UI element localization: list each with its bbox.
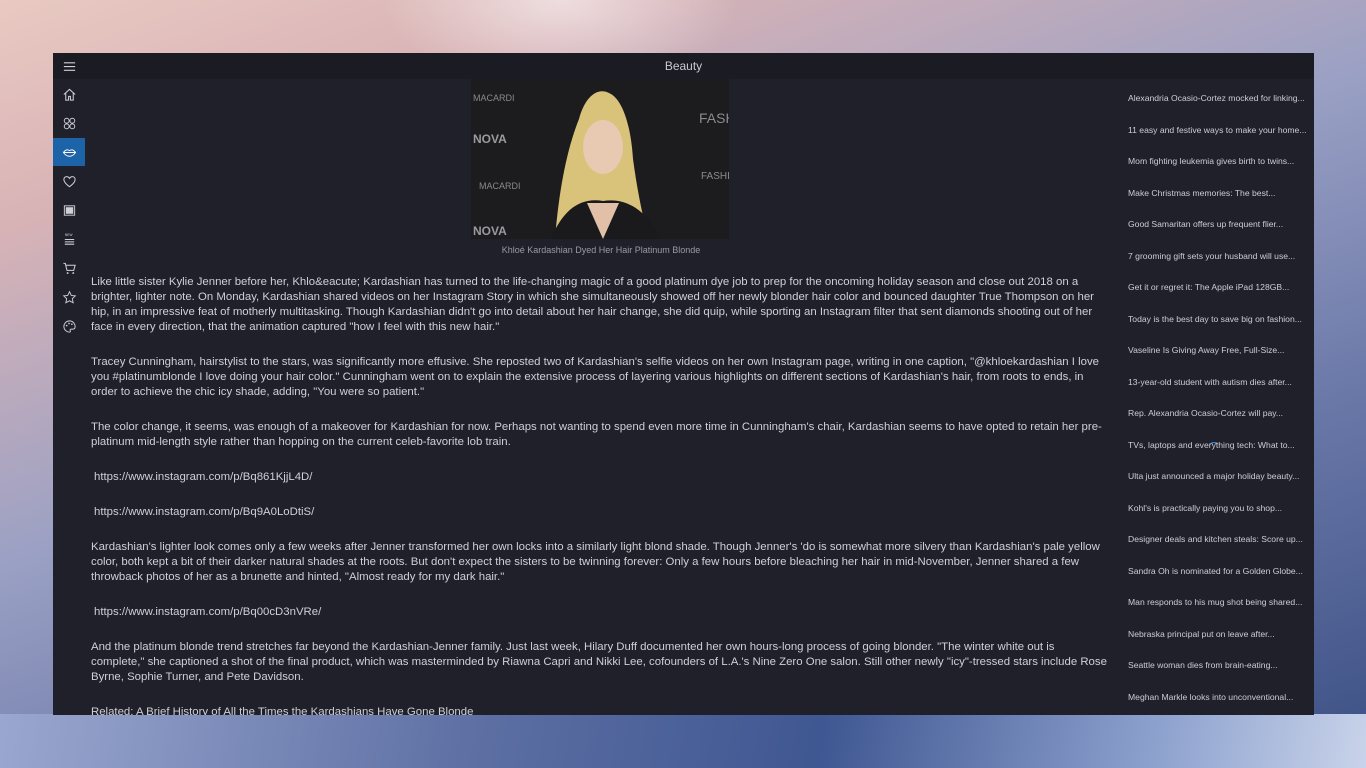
menu-icon	[63, 61, 75, 71]
apps-icon	[63, 117, 75, 129]
sidebar-news-item[interactable]: Make Christmas memories: The best...	[1128, 188, 1314, 208]
sidebar-news-item[interactable]: Designer deals and kitchen steals: Score…	[1128, 534, 1314, 554]
nav-home-button[interactable]	[53, 80, 85, 108]
sidebar-news-item[interactable]: Good Samaritan offers up frequent flier.…	[1128, 219, 1314, 239]
nav-starred-button[interactable]	[53, 283, 85, 311]
related-news-sidebar: Alexandria Ocasio-Cortez mocked for link…	[1128, 79, 1314, 715]
sidebar-news-item[interactable]: Ulta just announced a major holiday beau…	[1128, 471, 1314, 491]
sidebar-news-item[interactable]: Man responds to his mug shot being share…	[1128, 597, 1314, 617]
article-photo: MACARDI NOVA MACARDI NOVA FASHI FASHION	[471, 79, 729, 239]
sidebar-news-item[interactable]: Rep. Alexandria Ocasio-Cortez will pay..…	[1128, 408, 1314, 428]
article-body: Like little sister Kylie Jenner before h…	[91, 275, 1109, 715]
svg-text:NEW: NEW	[64, 233, 73, 237]
instagram-link[interactable]: https://www.instagram.com/p/Bq861KjjL4D/	[94, 470, 1109, 485]
app-window: Beauty NEW MACARDI NOVA MACARDI NOVA FAS…	[53, 53, 1314, 715]
photo-illustration: MACARDI NOVA MACARDI NOVA FASHI FASHION	[471, 79, 729, 239]
article-content[interactable]: MACARDI NOVA MACARDI NOVA FASHI FASHION …	[85, 79, 1117, 715]
book-icon	[63, 204, 75, 216]
sidebar-news-item[interactable]: TVs, laptops and everything tech: What t…	[1128, 440, 1314, 460]
article-paragraph: The color change, it seems, was enough o…	[91, 421, 1102, 448]
star-icon	[62, 290, 76, 304]
left-nav: NEW	[53, 53, 85, 715]
instagram-link[interactable]: https://www.instagram.com/p/Bq9A0LoDtiS/	[94, 505, 1109, 520]
sidebar-news-item[interactable]: Sandra Oh is nominated for a Golden Glob…	[1128, 566, 1314, 586]
palette-icon	[62, 319, 76, 333]
sidebar-news-item[interactable]: Today is the best day to save big on fas…	[1128, 314, 1314, 334]
photo-backdrop-text-4: NOVA	[473, 224, 507, 238]
cart-icon	[62, 262, 76, 274]
nav-favorites-button[interactable]	[53, 167, 85, 195]
photo-backdrop-text-3: MACARDI	[479, 181, 521, 191]
photo-backdrop-text-1: MACARDI	[473, 93, 515, 103]
lips-icon	[62, 148, 76, 157]
title-bar: Beauty	[53, 53, 1314, 79]
hamburger-menu-button[interactable]	[53, 53, 85, 79]
sidebar-news-item[interactable]: Alexandria Ocasio-Cortez mocked for link…	[1128, 93, 1314, 113]
home-icon	[63, 88, 75, 101]
heart-icon	[62, 175, 76, 187]
article-paragraph: Tracey Cunningham, hairstylist to the st…	[91, 356, 1100, 398]
new-list-icon: NEW	[64, 233, 74, 245]
window-title: Beauty	[664, 59, 703, 73]
sidebar-news-item[interactable]: Nebraska principal put on leave after...	[1128, 629, 1314, 649]
related-link[interactable]: Related: A Brief History of All the Time…	[91, 705, 1109, 715]
photo-caption: Khloé Kardashian Dyed Her Hair Platinum …	[501, 245, 701, 255]
sidebar-news-item[interactable]: Kohl's is practically paying you to shop…	[1128, 503, 1314, 523]
nav-new-button[interactable]: NEW	[53, 225, 85, 253]
sidebar-news-item[interactable]: 11 easy and festive ways to make your ho…	[1128, 125, 1314, 145]
sidebar-news-item[interactable]: 7 grooming gift sets your husband will u…	[1128, 251, 1314, 271]
photo-backdrop-text-5: FASHI	[699, 110, 729, 126]
sidebar-news-item[interactable]: Get it or regret it: The Apple iPad 128G…	[1128, 282, 1314, 302]
nav-shopping-button[interactable]	[53, 254, 85, 282]
nav-magazine-button[interactable]	[53, 196, 85, 224]
nav-apps-button[interactable]	[53, 109, 85, 137]
article-paragraph: Kardashian's lighter look comes only a f…	[91, 541, 1100, 583]
article-paragraph: Like little sister Kylie Jenner before h…	[91, 276, 1094, 333]
sidebar-news-item[interactable]: Seattle woman dies from brain-eating...	[1128, 660, 1314, 680]
photo-backdrop-text-2: NOVA	[473, 132, 507, 146]
photo-backdrop-text-6: FASHION	[701, 171, 729, 182]
sidebar-news-item[interactable]: 13-year-old student with autism dies aft…	[1128, 377, 1314, 397]
nav-beauty-button[interactable]	[53, 138, 85, 166]
wallpaper-bottom	[0, 714, 1366, 768]
instagram-link[interactable]: https://www.instagram.com/p/Bq00cD3nVRe/	[94, 605, 1109, 620]
nav-themes-button[interactable]	[53, 312, 85, 340]
article-paragraph: And the platinum blonde trend stretches …	[91, 641, 1107, 683]
sidebar-news-item[interactable]: Meghan Markle looks into unconventional.…	[1128, 692, 1314, 712]
sidebar-news-item[interactable]: Vaseline Is Giving Away Free, Full-Size.…	[1128, 345, 1314, 365]
sidebar-news-item[interactable]: Mom fighting leukemia gives birth to twi…	[1128, 156, 1314, 176]
